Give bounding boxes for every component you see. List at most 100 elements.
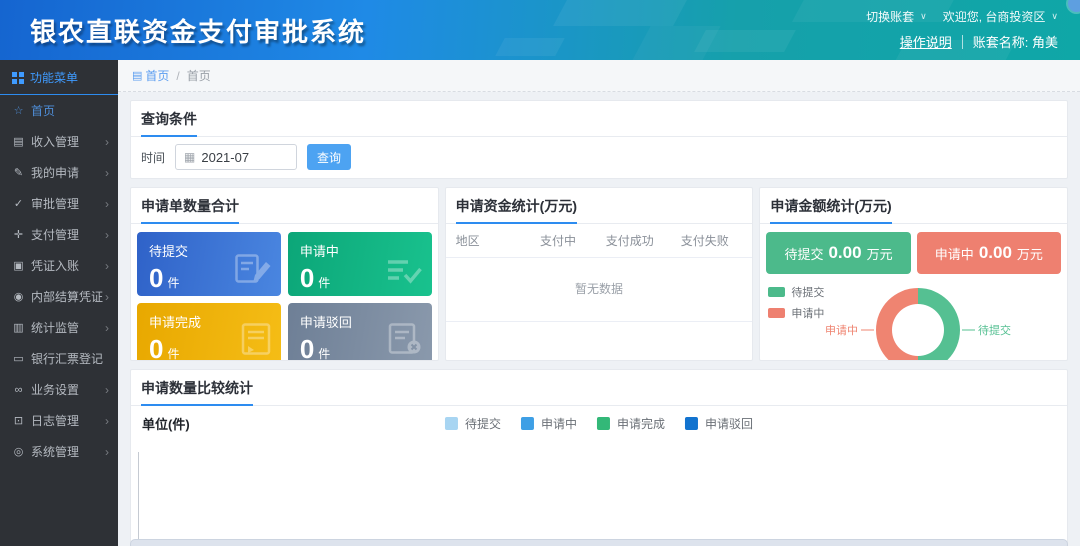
apply-funds-panel: 申请资金统计(万元) 地区支付中支付成功支付失败 暂无数据	[445, 187, 754, 361]
apply-count-panel: 申请单数量合计 待提交 0 件 申请中 0 件 申请完成 0 件 申请驳回 0 …	[130, 187, 439, 361]
legend-swatch	[768, 287, 785, 297]
stat-cards-grid: 待提交 0 件 申请中 0 件 申请完成 0 件 申请驳回 0 件	[131, 224, 438, 361]
sidebar-item-internal-settle[interactable]: ◉ 内部结算凭证 ›	[0, 281, 118, 312]
sidebar: 功能菜单 ☆ 首页 › ▤ 收入管理 › ✎ 我的申请 › ✓ 审批管理 › ✛…	[0, 60, 118, 546]
sidebar-item-income[interactable]: ▤ 收入管理 ›	[0, 126, 118, 157]
sidebar-item-sys-mgmt[interactable]: ◎ 系统管理 ›	[0, 436, 118, 467]
cross-icon: ✛	[12, 228, 25, 241]
link-icon: ∞	[12, 384, 25, 396]
operation-guide-link[interactable]: 操作说明	[900, 32, 952, 51]
amount-badge-label: 申请中	[935, 244, 974, 263]
funds-column-header: 支付中	[524, 232, 592, 249]
sidebar-menu-header[interactable]: 功能菜单	[0, 60, 118, 95]
compare-panel: 申请数量比较统计 单位(件) 待提交 申请中 申请完成 申请驳回	[130, 369, 1068, 546]
breadcrumb-home-label: 首页	[145, 67, 169, 84]
stat-card-value: 0	[149, 336, 163, 361]
apply-amount-title: 申请金额统计(万元)	[760, 188, 1067, 224]
legend-item[interactable]: 待提交	[768, 284, 824, 300]
empty-data-text: 暂无数据	[446, 258, 753, 322]
floating-help-button[interactable]	[1068, 0, 1080, 12]
document-icon: ▤	[12, 135, 25, 148]
amount-badge-value: 0.00	[828, 243, 861, 263]
sidebar-item-stats-monitor[interactable]: ▥ 统计监管 ›	[0, 312, 118, 343]
breadcrumb-separator: /	[176, 69, 179, 83]
legend-swatch	[597, 417, 610, 430]
sidebar-item-home[interactable]: ☆ 首页 ›	[0, 95, 118, 126]
stat-card-value: 0	[300, 265, 314, 291]
chevron-right-icon: ›	[105, 414, 109, 428]
switch-account-link[interactable]: 切换账套	[866, 8, 914, 25]
horizontal-scrollbar[interactable]	[130, 539, 1068, 546]
amount-badge: 申请中 0.00 万元	[917, 232, 1061, 274]
time-value: 2021-07	[201, 150, 249, 165]
account-name-text: 账套名称: 角美	[973, 32, 1058, 51]
donut-chart-zone: 待提交 申请中 申请中 待提交	[760, 278, 1067, 361]
funds-column-header: 支付成功	[592, 232, 667, 249]
time-label: 时间	[141, 149, 165, 166]
compare-panel-title: 申请数量比较统计	[131, 370, 1067, 406]
unit-label: 单位(件)	[142, 414, 190, 433]
time-month-input[interactable]: ▦ 2021-07	[175, 144, 297, 170]
bar-chart-plot-area	[138, 452, 1063, 546]
calendar-icon: ▦	[184, 150, 195, 164]
stat-card: 待提交 0 件	[137, 232, 281, 296]
legend-item[interactable]: 待提交	[445, 415, 501, 432]
breadcrumb: ▤ 首页 / 首页	[118, 60, 1080, 92]
legend-label: 申请驳回	[705, 415, 753, 432]
amount-badge: 待提交 0.00 万元	[766, 232, 910, 274]
donut-slice-applying[interactable]	[876, 288, 918, 361]
chevron-right-icon: ›	[105, 197, 109, 211]
welcome-text[interactable]: 欢迎您, 台商投资区	[943, 8, 1046, 25]
briefcase-icon: ▣	[12, 259, 25, 272]
edit-doc-icon	[235, 254, 271, 289]
legend-label: 申请中	[791, 305, 824, 321]
edit-icon: ⊡	[12, 414, 25, 427]
amount-badge-value: 0.00	[979, 243, 1012, 263]
gear-icon: ◎	[12, 445, 25, 458]
legend-item[interactable]: 申请中	[521, 415, 577, 432]
donut-label-right: 待提交	[978, 323, 1011, 337]
sidebar-item-my-apply[interactable]: ✎ 我的申请 ›	[0, 157, 118, 188]
header-decoration	[553, 0, 687, 26]
amount-badge-unit: 万元	[867, 244, 893, 263]
amount-badges: 待提交 0.00 万元 申请中 0.00 万元	[760, 224, 1067, 274]
chevron-right-icon: ›	[105, 228, 109, 242]
funds-column-header: 地区	[456, 232, 524, 249]
legend-item[interactable]: 申请中	[768, 305, 824, 321]
breadcrumb-home-link[interactable]: ▤ 首页	[132, 67, 169, 84]
pen-icon: ✎	[12, 166, 25, 179]
sidebar-item-voucher-entry[interactable]: ▣ 凭证入账 ›	[0, 250, 118, 281]
stat-card-unit: 件	[167, 274, 179, 291]
donut-label-left: 申请中	[825, 324, 858, 337]
funds-table-header: 地区支付中支付成功支付失败	[446, 224, 753, 258]
sidebar-item-approval[interactable]: ✓ 审批管理 ›	[0, 188, 118, 219]
sidebar-item-payment[interactable]: ✛ 支付管理 ›	[0, 219, 118, 250]
main-content: ▤ 首页 / 首页 查询条件 时间 ▦ 2021-07 查询	[118, 60, 1080, 546]
chevron-right-icon: ›	[105, 135, 109, 149]
divider	[962, 35, 963, 49]
donut-slice-pending-submit[interactable]	[918, 288, 960, 361]
query-panel-title: 查询条件	[131, 101, 1067, 137]
legend-item[interactable]: 申请完成	[597, 415, 665, 432]
search-button[interactable]: 查询	[307, 144, 351, 170]
query-panel: 查询条件 时间 ▦ 2021-07 查询	[130, 100, 1068, 179]
bar-chart-legend: 待提交 申请中 申请完成 申请驳回	[445, 415, 753, 432]
stat-card: 申请中 0 件	[288, 232, 432, 296]
legend-swatch	[521, 417, 534, 430]
page-icon: ▤	[132, 69, 142, 82]
sidebar-item-bank-draft[interactable]: ▭ 银行汇票登记 ›	[0, 343, 118, 374]
amount-badge-unit: 万元	[1017, 244, 1043, 263]
chevron-down-icon[interactable]: ∨	[920, 11, 927, 22]
chevron-down-icon[interactable]: ∨	[1051, 11, 1058, 22]
legend-swatch	[768, 308, 785, 318]
chevron-right-icon: ›	[105, 259, 109, 273]
sidebar-item-log-mgmt[interactable]: ⊡ 日志管理 ›	[0, 405, 118, 436]
sidebar-item-biz-settings[interactable]: ∞ 业务设置 ›	[0, 374, 118, 405]
sidebar-nav: ☆ 首页 › ▤ 收入管理 › ✎ 我的申请 › ✓ 审批管理 › ✛ 支付管理…	[0, 95, 118, 467]
stat-card-unit: 件	[318, 345, 330, 361]
legend-item[interactable]: 申请驳回	[685, 415, 753, 432]
chevron-right-icon: ›	[105, 445, 109, 459]
header-decoration	[495, 38, 565, 56]
legend-label: 待提交	[791, 284, 824, 300]
app-title: 银农直联资金支付审批系统	[30, 12, 366, 49]
